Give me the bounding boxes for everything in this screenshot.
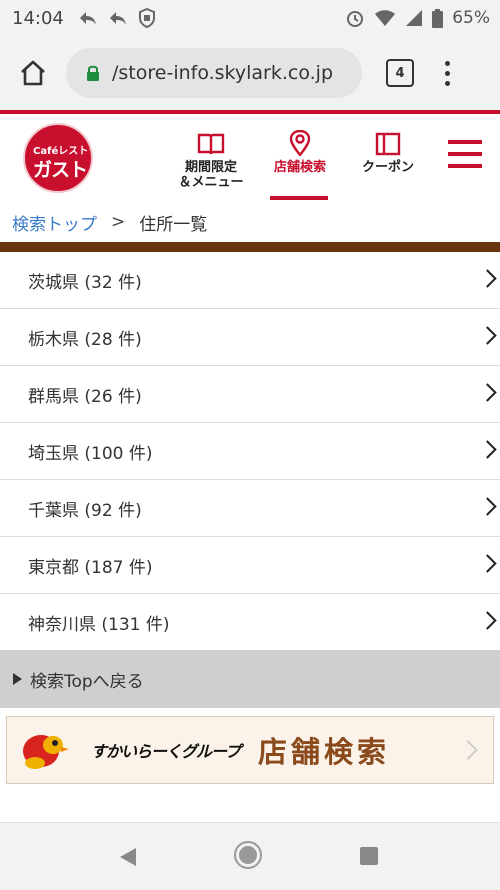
nav-search-label: 店舗検索 (273, 160, 326, 175)
chevron-right-icon (478, 269, 497, 288)
alarm-icon (347, 11, 364, 27)
section-divider (0, 242, 500, 252)
prefecture-label: 群馬県 (26 件) (28, 386, 142, 407)
book-icon (197, 133, 225, 155)
site-header: Caféレストラン ガスト 期間限定 ＆メニュー 店舗検索 クーポン (0, 114, 500, 202)
list-item[interactable]: 埼玉県 (100 件) (0, 423, 500, 480)
skylark-mascot-icon (19, 727, 69, 773)
breadcrumb: 検索トップ > 住所一覧 (0, 202, 500, 242)
signal-icon (406, 10, 423, 26)
prefecture-label: 神奈川県 (131 件) (28, 614, 170, 635)
home-button[interactable] (16, 56, 50, 90)
active-nav-indicator (270, 196, 328, 200)
coupon-icon (375, 132, 401, 156)
chevron-right-icon (478, 383, 497, 402)
home-icon (21, 60, 45, 86)
nav-menu-label-2: ＆メニュー (178, 175, 244, 190)
browser-toolbar: /store-info.skylark.co.jp 4 (0, 36, 500, 110)
shield-icon (138, 8, 155, 28)
nav-coupon[interactable]: クーポン (351, 130, 425, 175)
prefecture-label: 千葉県 (92 件) (28, 500, 142, 521)
prefecture-label: 埼玉県 (100 件) (28, 443, 153, 464)
chevron-right-icon (478, 440, 497, 459)
prefecture-label: 栃木県 (28 件) (28, 329, 142, 350)
reply-icon (109, 12, 126, 25)
nav-menu-label-1: 期間限定 (184, 160, 237, 175)
list-item[interactable]: 東京都 (187 件) (0, 537, 500, 594)
wifi-icon (375, 10, 396, 26)
chevron-right-icon (478, 497, 497, 516)
reply-icon (79, 12, 96, 25)
lock-icon (86, 65, 100, 81)
recent-apps-icon[interactable] (360, 847, 378, 865)
list-item[interactable]: 群馬県 (26 件) (0, 366, 500, 423)
list-item[interactable]: 千葉県 (92 件) (0, 480, 500, 537)
skylark-store-search-banner[interactable]: すかいらーくグループ 店舗検索 (6, 716, 494, 784)
prefecture-label: 東京都 (187 件) (28, 557, 153, 578)
logo-name: ガスト (33, 159, 88, 181)
prefecture-list: 茨城県 (32 件) 栃木県 (28 件) 群馬県 (26 件) 埼玉県 (10… (0, 252, 500, 651)
battery-icon (432, 8, 444, 28)
breadcrumb-search-top-link[interactable]: 検索トップ (12, 210, 97, 235)
prefecture-label: 茨城県 (32 件) (28, 272, 142, 293)
list-item[interactable]: 栃木県 (28 件) (0, 309, 500, 366)
gusto-logo[interactable]: Caféレストラン ガスト (23, 123, 93, 193)
breadcrumb-current: 住所一覧 (139, 214, 208, 235)
breadcrumb-separator: > (111, 212, 126, 232)
chevron-right-icon (458, 740, 478, 760)
back-to-search-top-button[interactable]: 検索Topへ戻る (0, 650, 500, 708)
battery-percent: 65% (452, 8, 490, 28)
status-time: 14:04 (12, 7, 64, 29)
banner-group-name: すかいらーくグループ (91, 742, 241, 761)
chevron-right-icon (478, 326, 497, 345)
address-bar[interactable]: /store-info.skylark.co.jp (66, 48, 362, 98)
list-item[interactable]: 神奈川県 (131 件) (0, 594, 500, 651)
map-pin-icon (289, 130, 311, 156)
chevron-right-icon (478, 554, 497, 573)
status-bar: 14:04 65% (0, 0, 500, 36)
list-item[interactable]: 茨城県 (32 件) (0, 252, 500, 309)
more-options-icon[interactable] (444, 60, 450, 86)
triangle-right-icon (13, 673, 22, 685)
hamburger-menu-icon[interactable] (448, 140, 482, 170)
nav-coupon-label: クーポン (361, 160, 414, 175)
nav-store-search[interactable]: 店舗検索 (262, 130, 338, 175)
home-circle-icon[interactable] (234, 841, 262, 869)
system-navigation-bar (0, 822, 500, 890)
tab-switcher-button[interactable]: 4 (386, 59, 414, 87)
nav-menu[interactable]: 期間限定 ＆メニュー (172, 130, 250, 190)
back-icon[interactable] (120, 848, 136, 866)
back-to-top-label: 検索Topへ戻る (30, 671, 144, 692)
url-text: /store-info.skylark.co.jp (112, 62, 334, 84)
banner-title: 店舗検索 (258, 735, 391, 769)
chevron-right-icon (478, 611, 497, 630)
